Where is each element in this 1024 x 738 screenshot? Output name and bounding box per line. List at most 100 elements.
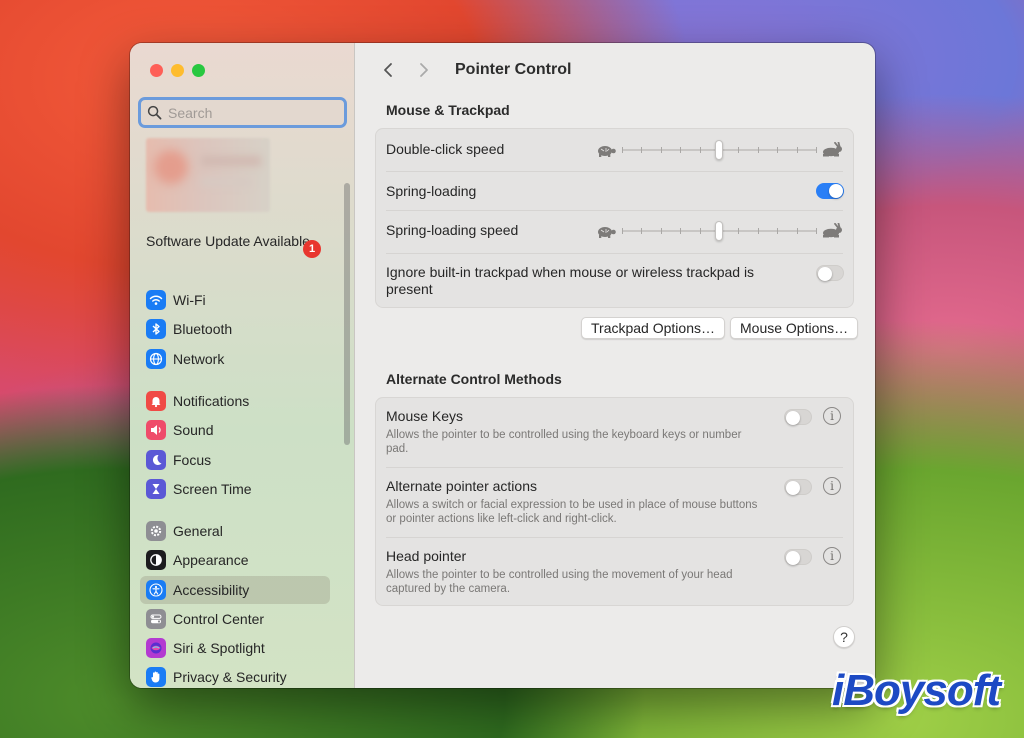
sidebar-item-network[interactable]: Network [140,345,330,373]
slider-tick [641,147,643,153]
sidebar-item-label: Appearance [173,552,249,569]
avatar [154,150,188,184]
slider-tick [660,147,662,153]
sidebar-item-appearance[interactable]: Appearance [140,546,330,574]
bell-icon [146,391,166,411]
forward-button[interactable] [411,60,437,80]
alternate-pointer-actions-toggle[interactable] [784,479,812,495]
sidebar-item-general[interactable]: General [140,517,330,545]
head-pointer-toggle[interactable] [784,549,812,565]
spring-loading-speed-slider[interactable] [594,219,844,243]
mouse-options-button[interactable]: Mouse Options… [730,317,859,339]
slider-thumb[interactable] [715,221,723,241]
iboysoft-watermark-logo: iBoysoft [832,666,1001,715]
accessibility-icon [146,579,166,600]
slider-thumb[interactable] [715,140,723,160]
slider-tick [757,147,759,153]
double-click-speed-row: Double-click speed [386,129,843,172]
sidebar-item-sound[interactable]: Sound [140,416,330,444]
hourglass-icon [146,478,166,499]
appearance-icon [146,550,166,571]
hare-icon [820,141,844,158]
search-input[interactable] [168,104,338,121]
control-center-icon [146,608,166,629]
sidebar-item-notifications[interactable]: Notifications [140,387,330,415]
mouse-keys-description: Allows the pointer to be controlled usin… [386,429,742,455]
ignore-trackpad-row: Ignore built-in trackpad when mouse or w… [386,254,844,307]
sidebar-item-screen-time[interactable]: Screen Time [140,475,330,503]
gear-icon [146,521,166,541]
help-button[interactable]: ? [833,626,855,648]
slider-tick [622,147,623,153]
sidebar-item-control-center[interactable]: Control Center [140,605,330,633]
slider-tick [660,228,662,234]
sidebar-item-label: Sound [173,422,214,439]
alternate-pointer-actions-row: Alternate pointer actions Allows a switch… [386,468,843,538]
chevron-right-icon [420,63,428,77]
sidebar-group-system: General Appearance Accessibility Control Ce… [140,517,330,688]
slider-tick [738,147,740,153]
sidebar-item-label: Notifications [173,393,250,409]
slider-tick [680,147,682,153]
search-field[interactable] [138,97,347,128]
sidebar-item-label: Focus [173,451,212,468]
settings-window: Software Update Available 1 Wi-FiBluetoo… [130,43,875,688]
mouse-keys-toggle[interactable] [784,409,812,425]
sidebar-item-bluetooth[interactable]: Bluetooth [140,315,330,343]
update-badge: 1 [303,240,321,258]
alternate-pointer-actions-label: Alternate pointer actions [386,478,537,494]
minimize-window-button[interactable] [171,64,184,77]
sidebar-item-accessibility[interactable]: Accessibility [140,575,330,604]
sidebar-item-wi-fi[interactable]: Wi-Fi [140,286,330,314]
slider-tick [777,228,779,234]
zoom-window-button[interactable] [192,64,205,77]
slider-tick [738,228,740,234]
close-window-button[interactable] [150,64,163,77]
sidebar-item-label: General [173,523,223,539]
sidebar-group-network: Wi-Fi Bluetooth Network [140,286,330,374]
mouse-trackpad-group: Double-click speed Spring-loading Spring… [375,128,854,308]
sidebar-item-label: Wi-Fi [173,292,206,308]
sidebar: Software Update Available 1 Wi-FiBluetoo… [130,43,355,688]
sidebar-item-label: Bluetooth [173,321,233,338]
slider-tick [699,228,701,234]
spring-loading-speed-label: Spring-loading speed [386,222,519,238]
search-icon [147,105,162,120]
slider-tick [622,228,623,234]
head-pointer-label: Head pointer [386,548,467,564]
bluetooth-icon [146,319,166,340]
back-button[interactable] [375,60,401,80]
sidebar-item-label: Siri & Spotlight [173,640,265,657]
info-icon[interactable]: i [823,407,841,425]
hand-icon [146,667,166,688]
hare-icon [820,222,844,239]
spring-loading-toggle[interactable] [816,183,844,199]
double-click-speed-slider[interactable] [594,138,844,162]
slider-tick [777,147,779,153]
sidebar-item-siri-spotlight[interactable]: Siri & Spotlight [140,634,330,662]
slider-tick [796,228,798,234]
spring-loading-label: Spring-loading [386,183,477,199]
double-click-speed-label: Double-click speed [386,141,505,157]
sidebar-item-label: Accessibility [173,581,250,598]
mouse-keys-row: Mouse Keys Allows the pointer to be contr… [386,398,843,468]
ignore-trackpad-toggle[interactable] [816,265,844,281]
slider-tick [680,228,682,234]
sidebar-scrollbar[interactable] [344,183,350,445]
info-icon[interactable]: i [823,547,841,565]
alternate-control-group: Mouse Keys Allows the pointer to be contr… [375,397,854,606]
mouse-keys-label: Mouse Keys [386,408,464,424]
sidebar-item-focus[interactable]: Focus [140,446,330,474]
alternate-pointer-actions-description: Allows a switch or facial expression to … [386,499,758,525]
spring-loading-row: Spring-loading [386,172,844,211]
tortoise-icon [594,223,618,239]
sidebar-item-label: Control Center [173,610,265,627]
section-title-mouse-trackpad: Mouse & Trackpad [386,102,510,118]
trackpad-options-button[interactable]: Trackpad Options… [581,317,725,339]
info-icon[interactable]: i [823,477,841,495]
sidebar-item-privacy-security[interactable]: Privacy & Security [140,663,330,688]
toolbar: Pointer Control [375,60,571,80]
sidebar-group-notifications: Notifications Sound Focus Screen Time [140,387,330,504]
apple-account-profile[interactable] [146,138,270,212]
content-pane: Pointer Control Mouse & Trackpad Double-… [355,43,875,688]
